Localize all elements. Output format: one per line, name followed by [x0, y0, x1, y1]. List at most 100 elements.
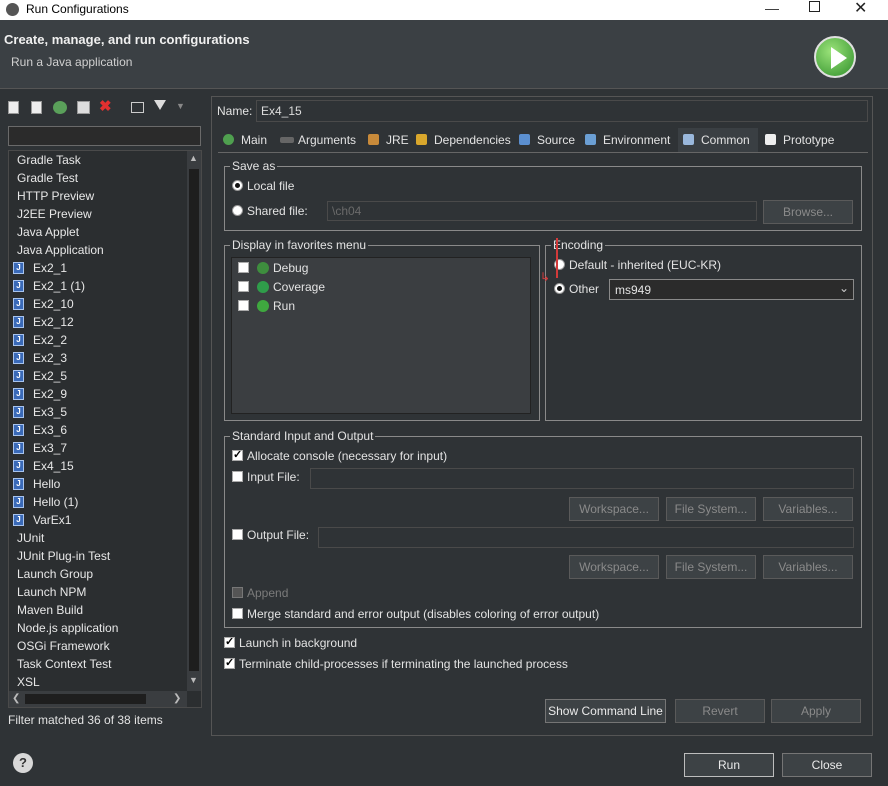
allocate-console-checkbox[interactable] [232, 448, 243, 461]
tree-item[interactable]: J Ex2_5 [9, 367, 185, 385]
tree-item[interactable]: Gradle Test [9, 169, 185, 187]
launch-background-checkbox[interactable] [224, 635, 235, 648]
input-workspace-button[interactable]: Workspace... [569, 497, 659, 521]
tree-item[interactable]: J Ex4_15 [9, 457, 185, 475]
tree-item-label: JUnit Plug-in Test [17, 549, 111, 563]
input-file-field[interactable] [310, 468, 854, 489]
tree-item[interactable]: Node.js application [9, 619, 185, 637]
new-config-icon[interactable] [8, 101, 19, 114]
delete-icon[interactable]: ✖ [99, 97, 112, 115]
tree-item[interactable]: J Hello [9, 475, 185, 493]
tab-environment-label: Environment [603, 133, 671, 147]
tab-arguments[interactable]: Arguments [280, 128, 356, 152]
filter-icon[interactable] [154, 100, 166, 110]
tree-item[interactable]: J Ex2_2 [9, 331, 185, 349]
run-button[interactable]: Run [684, 753, 774, 777]
scroll-thumb[interactable] [189, 169, 199, 671]
tab-prototype[interactable]: Prototype [765, 128, 834, 152]
tree-item[interactable]: J Ex2_9 [9, 385, 185, 403]
tab-source-label: Source [537, 133, 576, 147]
tab-jre[interactable]: JRE [368, 128, 409, 152]
tree-horizontal-scrollbar[interactable]: ❮ ❯ [9, 691, 187, 707]
debug-checkbox[interactable] [238, 262, 249, 273]
local-file-radio[interactable] [232, 180, 243, 191]
tab-source[interactable]: Source [519, 128, 575, 152]
browse-button[interactable]: Browse... [763, 200, 853, 224]
tree-item[interactable]: Maven Build [9, 601, 185, 619]
minimize-icon[interactable]: — [765, 0, 779, 18]
tree-item[interactable]: J Ex3_7 [9, 439, 185, 457]
shared-file-field[interactable] [327, 201, 757, 221]
filter-input[interactable] [8, 126, 201, 146]
encoding-select[interactable]: ms949 ⌄ [609, 279, 854, 300]
tree-item[interactable]: JUnit [9, 529, 185, 547]
append-checkbox[interactable] [232, 587, 243, 598]
tree-item[interactable]: OSGi Framework [9, 637, 185, 655]
tab-content-divider [218, 152, 868, 153]
scroll-left-icon[interactable]: ❮ [12, 693, 20, 704]
collapse-all-icon[interactable] [131, 102, 144, 113]
java-config-icon: J [13, 334, 24, 346]
tree-vertical-scrollbar[interactable]: ▲ ▼ [187, 151, 201, 691]
tree-item[interactable]: Launch Group [9, 565, 185, 583]
hscroll-thumb[interactable] [25, 694, 146, 704]
tree-item[interactable]: Java Application [9, 241, 185, 259]
tree-item[interactable]: J Ex3_5 [9, 403, 185, 421]
show-command-line-button[interactable]: Show Command Line [545, 699, 666, 723]
tree-item[interactable]: J2EE Preview [9, 205, 185, 223]
other-encoding-radio[interactable] [554, 283, 565, 294]
output-file-system-button[interactable]: File System... [666, 555, 756, 579]
merge-output-checkbox[interactable] [232, 608, 243, 619]
tree-item-label: Ex2_10 [33, 297, 74, 311]
input-file-checkbox[interactable] [232, 471, 243, 482]
tree-item-label: Task Context Test [17, 657, 112, 671]
maximize-icon[interactable] [809, 1, 820, 12]
tab-common[interactable]: Common [678, 128, 758, 152]
tab-main[interactable]: Main [223, 128, 267, 152]
tree-item[interactable]: HTTP Preview [9, 187, 185, 205]
input-variables-button[interactable]: Variables... [763, 497, 853, 521]
input-file-system-button[interactable]: File System... [666, 497, 756, 521]
name-field[interactable] [256, 100, 868, 122]
tree-item[interactable]: JUnit Plug-in Test [9, 547, 185, 565]
scroll-right-icon[interactable]: ❯ [173, 693, 181, 704]
run-checkbox[interactable] [238, 300, 249, 311]
terminate-children-checkbox[interactable] [224, 656, 235, 669]
output-file-checkbox[interactable] [232, 529, 243, 540]
output-file-field[interactable] [318, 527, 854, 548]
tree-item[interactable]: J Ex2_1 [9, 259, 185, 277]
close-icon[interactable]: ✕ [854, 0, 867, 18]
tree-item[interactable]: Java Applet [9, 223, 185, 241]
tree-item[interactable]: J Hello (1) [9, 493, 185, 511]
tree-item[interactable]: Gradle Task [9, 151, 185, 169]
coverage-checkbox[interactable] [238, 281, 249, 292]
tree-item[interactable]: Task Context Test [9, 655, 185, 673]
output-workspace-button[interactable]: Workspace... [569, 555, 659, 579]
revert-button[interactable]: Revert [675, 699, 765, 723]
tree-item[interactable]: Launch NPM [9, 583, 185, 601]
tab-dependencies[interactable]: Dependencies [416, 128, 511, 152]
new-prototype-icon[interactable] [31, 101, 42, 114]
scroll-up-icon[interactable]: ▲ [189, 153, 198, 163]
help-icon[interactable]: ? [13, 753, 33, 773]
duplicate-icon[interactable] [77, 101, 90, 114]
apply-button[interactable]: Apply [771, 699, 861, 723]
tree-item-label: HTTP Preview [17, 189, 95, 203]
tree-item[interactable]: J Ex2_3 [9, 349, 185, 367]
shared-file-radio[interactable] [232, 205, 243, 216]
tree-item[interactable]: J VarEx1 [9, 511, 185, 529]
tree-item[interactable]: XSL [9, 673, 185, 691]
tree-item[interactable]: J Ex2_12 [9, 313, 185, 331]
scroll-down-icon[interactable]: ▼ [189, 675, 198, 685]
java-config-icon: J [13, 514, 24, 526]
tree-item[interactable]: J Ex2_10 [9, 295, 185, 313]
close-button[interactable]: Close [782, 753, 872, 777]
export-icon[interactable] [53, 101, 67, 114]
chevron-down-icon[interactable]: ▼ [176, 101, 185, 111]
tree-item[interactable]: J Ex2_1 (1) [9, 277, 185, 295]
tree-item-label: Ex3_7 [33, 441, 68, 455]
tab-environment[interactable]: Environment [585, 128, 670, 152]
tree-item[interactable]: J Ex3_6 [9, 421, 185, 439]
allocate-console-label: Allocate console (necessary for input) [247, 449, 448, 463]
output-variables-button[interactable]: Variables... [763, 555, 853, 579]
